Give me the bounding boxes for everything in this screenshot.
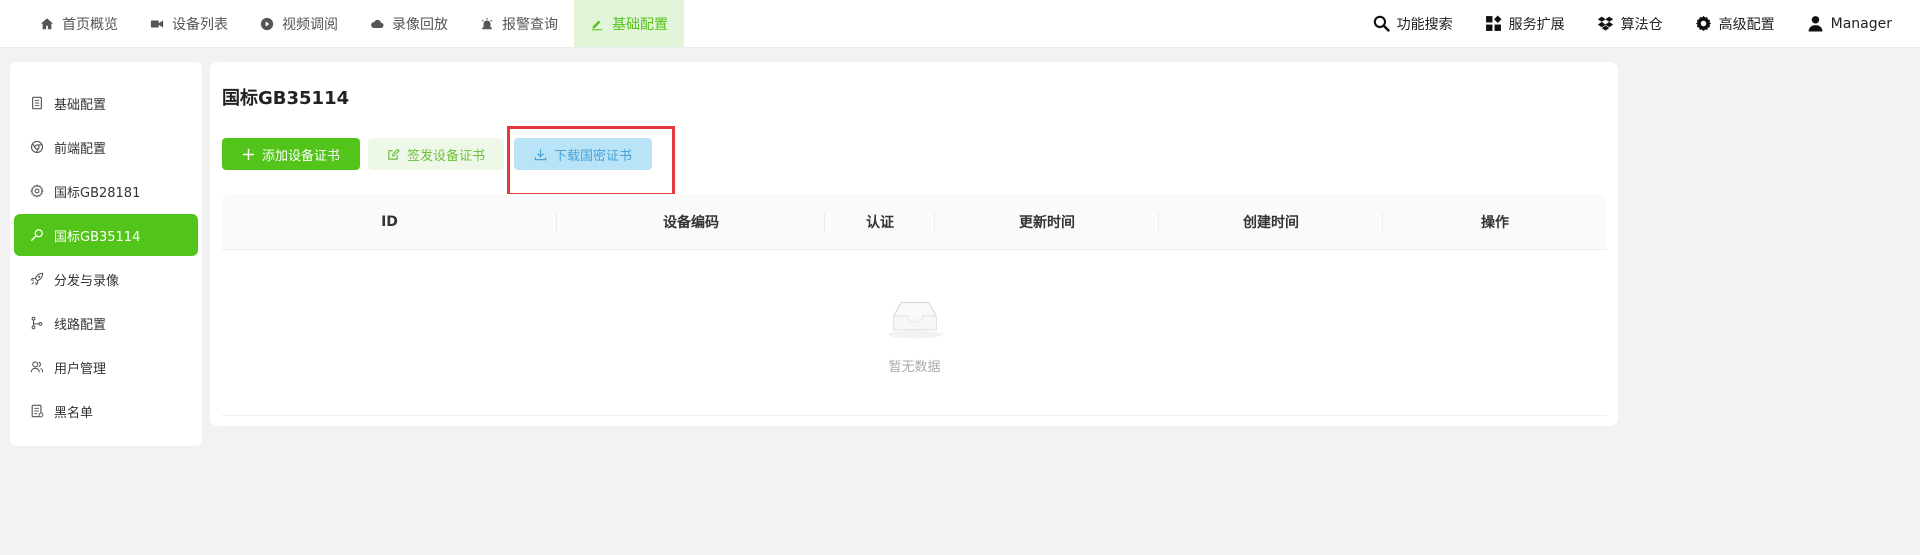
sidebar-item-label: 前端配置 — [54, 141, 107, 157]
service-extend-button[interactable]: 服务扩展 — [1469, 0, 1581, 48]
main-card: 国标GB35114 添加设备证书 签发设备证书 下载国密证书 ID 设备编码 认… — [210, 62, 1618, 426]
sign-certificate-label: 签发设备证书 — [406, 148, 485, 164]
video-camera-icon — [150, 17, 164, 31]
column-header-device-code[interactable]: 设备编码 — [557, 194, 825, 250]
sidebar-item-basic-config[interactable]: 基础配置 — [14, 82, 198, 124]
gear-icon — [30, 184, 44, 198]
pencil-icon — [590, 17, 604, 31]
users-icon — [30, 360, 44, 374]
advanced-settings-button[interactable]: 高级配置 — [1679, 0, 1791, 48]
sidebar-item-user-management[interactable]: 用户管理 — [14, 346, 198, 388]
branch-icon — [30, 316, 44, 330]
sidebar-item-label: 分发与录像 — [54, 273, 120, 289]
download-sm-certificate-label: 下载国密证书 — [553, 148, 632, 164]
nav-item-label: 报警查询 — [502, 16, 558, 33]
nav-item-video[interactable]: 视频调阅 — [244, 0, 354, 47]
nav-item-alarm[interactable]: 报警查询 — [464, 0, 574, 47]
nav-item-label: 设备列表 — [172, 16, 228, 33]
key-icon — [30, 228, 44, 242]
add-certificate-label: 添加设备证书 — [261, 148, 340, 164]
list-icon — [30, 404, 44, 418]
column-header-actions[interactable]: 操作 — [1383, 194, 1607, 250]
nav-item-devices[interactable]: 设备列表 — [134, 0, 244, 47]
sidebar-item-frontend-config[interactable]: 前端配置 — [14, 126, 198, 168]
gear-icon — [1695, 15, 1712, 32]
algorithm-store-button[interactable]: 算法仓 — [1581, 0, 1679, 48]
sidebar-item-route-config[interactable]: 线路配置 — [14, 302, 198, 344]
home-icon — [40, 17, 54, 31]
sidebar-item-label: 基础配置 — [54, 97, 107, 113]
sign-certificate-button[interactable]: 签发设备证书 — [368, 138, 504, 170]
column-header-auth[interactable]: 认证 — [825, 194, 935, 250]
function-search-label: 功能搜索 — [1396, 16, 1453, 33]
sidebar-item-distribution-recording[interactable]: 分发与录像 — [14, 258, 198, 300]
sidebar: 基础配置 前端配置 国标GB28181 国标GB35114 分发与录像 线路配置 — [10, 62, 202, 446]
column-header-updated-time[interactable]: 更新时间 — [935, 194, 1159, 250]
document-icon — [30, 96, 44, 110]
download-sm-certificate-button[interactable]: 下载国密证书 — [514, 138, 652, 170]
alarm-icon — [480, 17, 494, 31]
nav-item-label: 视频调阅 — [282, 16, 338, 33]
plus-icon — [242, 148, 255, 161]
empty-state-text: 暂无数据 — [888, 360, 941, 375]
nav-item-label: 基础配置 — [612, 16, 668, 33]
download-icon — [534, 148, 547, 161]
column-header-id[interactable]: ID — [222, 194, 557, 250]
column-header-created-time[interactable]: 创建时间 — [1159, 194, 1383, 250]
user-icon — [1807, 15, 1824, 32]
dropbox-icon — [1597, 15, 1614, 32]
advanced-settings-label: 高级配置 — [1718, 16, 1775, 33]
top-bar: 首页概览 设备列表 视频调阅 录像回放 报警查询 基础配置 功能搜索 服务扩展 … — [0, 0, 1920, 48]
certificate-table: ID 设备编码 认证 更新时间 创建时间 操作 暂无数据 — [222, 194, 1607, 416]
nav-item-label: 首页概览 — [62, 16, 118, 33]
widgets-icon — [1485, 15, 1502, 32]
sidebar-item-label: 线路配置 — [54, 317, 107, 333]
sidebar-item-blacklist[interactable]: 黑名单 — [14, 390, 198, 432]
nav-item-basic-config[interactable]: 基础配置 — [574, 0, 684, 47]
user-menu-button[interactable]: Manager — [1791, 0, 1908, 48]
user-name: Manager — [1830, 15, 1892, 32]
sidebar-item-label: 黑名单 — [54, 405, 94, 421]
table-body: 暂无数据 — [222, 250, 1607, 416]
table-header: ID 设备编码 认证 更新时间 创建时间 操作 — [222, 194, 1607, 250]
top-nav: 首页概览 设备列表 视频调阅 录像回放 报警查询 基础配置 — [0, 0, 684, 47]
nav-item-home[interactable]: 首页概览 — [24, 0, 134, 47]
edit-icon — [387, 148, 400, 161]
top-tools: 功能搜索 服务扩展 算法仓 高级配置 Manager — [1357, 0, 1920, 47]
service-extend-label: 服务扩展 — [1508, 16, 1565, 33]
page-title: 国标GB35114 — [222, 88, 350, 109]
rocket-icon — [30, 272, 44, 286]
chrome-icon — [30, 140, 44, 154]
sidebar-item-label: 国标GB28181 — [54, 185, 141, 201]
play-circle-icon — [260, 17, 274, 31]
sidebar-item-gb35114[interactable]: 国标GB35114 — [14, 214, 198, 256]
function-search-button[interactable]: 功能搜索 — [1357, 0, 1469, 48]
empty-inbox-icon — [884, 296, 946, 344]
sidebar-item-gb28181[interactable]: 国标GB28181 — [14, 170, 198, 212]
search-icon — [1373, 15, 1390, 32]
sidebar-item-label: 国标GB35114 — [54, 229, 141, 245]
cloud-icon — [370, 17, 384, 31]
empty-state: 暂无数据 — [222, 296, 1607, 375]
nav-item-label: 录像回放 — [392, 16, 448, 33]
nav-item-playback[interactable]: 录像回放 — [354, 0, 464, 47]
algorithm-store-label: 算法仓 — [1620, 16, 1663, 33]
add-certificate-button[interactable]: 添加设备证书 — [222, 138, 360, 170]
sidebar-item-label: 用户管理 — [54, 361, 107, 377]
